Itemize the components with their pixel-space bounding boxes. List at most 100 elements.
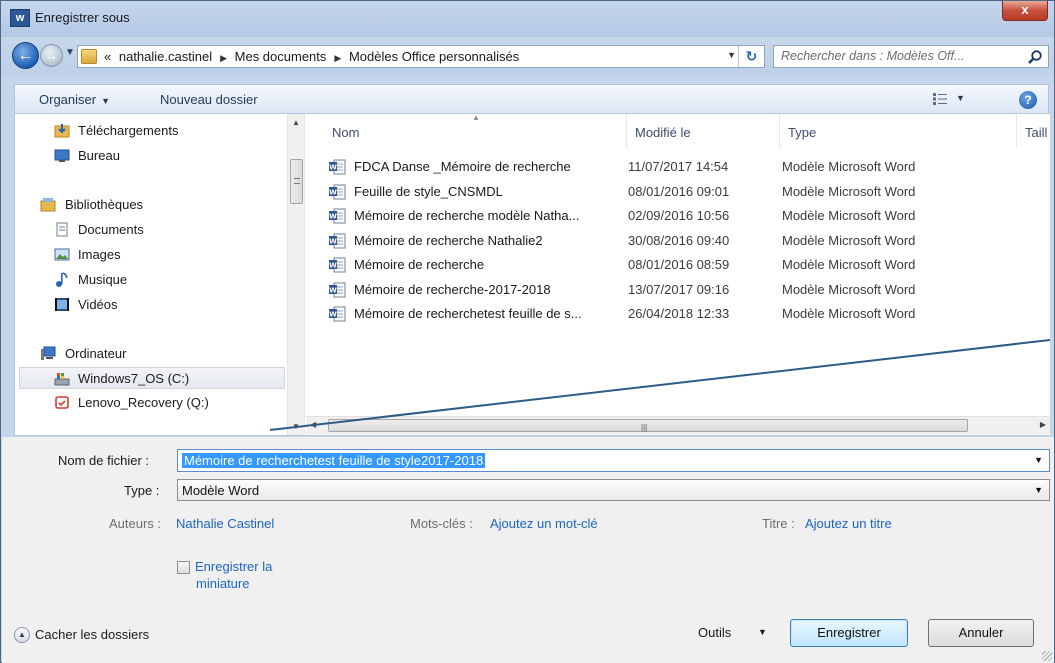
scrollbar-thumb[interactable]: ||| — [328, 419, 968, 432]
save-thumbnail-checkbox[interactable] — [177, 561, 190, 574]
chevron-down-icon: ▼ — [1034, 485, 1043, 495]
file-row[interactable]: W Mémoire de recherche modèle Natha... 02/… — [326, 205, 1046, 227]
chevron-down-icon[interactable]: ▼ — [758, 627, 767, 637]
back-button[interactable]: ← — [12, 42, 39, 69]
nav-item-documents[interactable]: Documents — [15, 219, 285, 241]
file-row[interactable]: W Mémoire de recherche 08/01/2016 08:59 Mod… — [326, 254, 1046, 276]
organize-menu-button[interactable]: Organiser ▼ — [39, 92, 110, 107]
column-label: Type — [788, 125, 817, 140]
window-title: Enregistrer sous — [35, 10, 130, 25]
filename-field[interactable]: Mémoire de recherchetest feuille de styl… — [177, 449, 1050, 472]
keywords-label: Mots-clés : — [410, 516, 473, 531]
nav-item-images[interactable]: Images — [15, 244, 285, 266]
file-list-horizontal-scrollbar[interactable]: ◀ ||| ▶ — [306, 416, 1050, 434]
file-name: Mémoire de recherchetest feuille de s... — [354, 306, 582, 321]
system-drive-icon — [54, 373, 70, 386]
videos-icon — [55, 298, 69, 311]
images-icon — [54, 248, 70, 261]
chevron-right-icon[interactable]: ▶ — [220, 53, 227, 63]
nav-item-desktop[interactable]: Bureau — [15, 145, 285, 167]
hide-folders-button[interactable]: Cacher les dossiers — [35, 627, 149, 642]
chevron-down-icon[interactable]: ▼ — [1034, 455, 1043, 465]
nav-item-label: Téléchargements — [78, 123, 179, 138]
file-name: FDCA Danse _Mémoire de recherche — [354, 159, 571, 174]
cancel-button[interactable]: Annuler — [928, 619, 1034, 647]
forward-button[interactable]: → — [40, 44, 63, 67]
file-modified: 30/08/2016 09:40 — [628, 232, 730, 248]
view-options-dropdown[interactable]: ▼ — [956, 93, 965, 103]
file-row[interactable]: W Mémoire de recherche Nathalie2 30/08/201… — [326, 230, 1046, 252]
type-label: Type : — [124, 483, 160, 498]
address-history-dropdown[interactable]: ▼ — [727, 50, 736, 60]
chevron-up-icon[interactable]: ▲ — [14, 627, 30, 643]
nav-item-computer[interactable]: Ordinateur — [15, 343, 285, 365]
word-template-icon: W — [329, 306, 346, 322]
word-template-icon: W — [329, 208, 346, 224]
file-modified: 26/04/2018 12:33 — [628, 306, 730, 321]
filename-input[interactable]: Mémoire de recherchetest feuille de styl… — [182, 453, 486, 468]
recent-locations-dropdown[interactable]: ▼ — [65, 47, 75, 58]
scroll-down-arrow[interactable]: ▼ — [292, 422, 300, 431]
view-options-icon[interactable] — [933, 93, 947, 105]
svg-text:W: W — [329, 237, 337, 245]
search-box[interactable]: Rechercher dans : Modèles Off... — [773, 45, 1049, 68]
scrollbar-thumb[interactable] — [290, 159, 303, 204]
nav-item-music[interactable]: Musique — [15, 269, 285, 291]
word-app-icon: w — [10, 9, 30, 27]
file-modified: 11/07/2017 14:54 — [628, 159, 729, 174]
title-field[interactable]: Ajoutez un titre — [805, 516, 892, 531]
nav-item-label: Bibliothèques — [65, 197, 144, 212]
breadcrumb-overflow[interactable]: « — [104, 49, 111, 64]
nav-item-downloads[interactable]: Téléchargements — [15, 120, 285, 142]
resize-grip-icon[interactable] — [1042, 651, 1052, 661]
refresh-icon[interactable]: ↻ — [738, 46, 764, 67]
breadcrumb-item-user[interactable]: nathalie.castinel — [119, 49, 212, 64]
keywords-field[interactable]: Ajoutez un mot-clé — [490, 516, 598, 531]
file-row[interactable]: W Mémoire de recherchetest feuille de s..… — [326, 303, 1046, 325]
svg-text:W: W — [329, 311, 337, 319]
file-row[interactable]: W Feuille de style_CNSMDL 08/01/2016 09:01… — [326, 181, 1046, 203]
chevron-right-icon[interactable]: ▶ — [334, 53, 341, 63]
nav-item-system-drive[interactable]: Windows7_OS (C:) — [19, 367, 285, 389]
tools-menu-button[interactable]: Outils — [698, 625, 731, 640]
file-row[interactable]: W Mémoire de recherche-2017-2018 13/07/201… — [326, 279, 1046, 301]
scroll-up-arrow[interactable]: ▲ — [292, 118, 300, 127]
file-type: Modèle Microsoft Word — [782, 306, 916, 321]
scroll-left-arrow[interactable]: ◀ — [310, 420, 316, 429]
new-folder-button[interactable]: Nouveau dossier — [160, 92, 258, 107]
help-icon[interactable]: ? — [1019, 91, 1037, 109]
nav-item-videos[interactable]: Vidéos — [15, 294, 285, 316]
column-header-type[interactable]: Type — [780, 114, 1016, 148]
word-template-icon: W — [329, 184, 346, 199]
column-header-modified[interactable]: Modifié le — [627, 114, 779, 148]
svg-text:W: W — [329, 213, 337, 221]
file-list: Nom ▲ Modifié le Type Taill W FDCA Danse … — [306, 114, 1050, 435]
libraries-icon — [40, 198, 56, 212]
word-template-icon: W — [329, 233, 346, 248]
nav-item-recovery-drive[interactable]: Lenovo_Recovery (Q:) — [15, 392, 285, 414]
search-icon[interactable] — [1027, 49, 1043, 65]
address-bar[interactable]: « nathalie.castinel ▶ Mes documents ▶ Modè… — [77, 45, 765, 68]
title-bar: w Enregistrer sous x — [1, 1, 1054, 37]
close-button[interactable]: x — [1002, 1, 1048, 21]
save-type-select[interactable]: Modèle Word ▼ — [177, 479, 1050, 501]
authors-field[interactable]: Nathalie Castinel — [176, 516, 274, 531]
breadcrumb-item-documents[interactable]: Mes documents — [235, 49, 327, 64]
column-label: Nom — [332, 125, 360, 140]
word-template-icon: W — [329, 159, 346, 175]
breadcrumb-item-templates[interactable]: Modèles Office personnalisés — [349, 49, 519, 64]
nav-item-libraries[interactable]: Bibliothèques — [15, 194, 285, 216]
search-input[interactable]: Rechercher dans : Modèles Off... — [781, 49, 964, 63]
nav-item-label: Ordinateur — [65, 346, 127, 361]
column-header-name[interactable]: Nom ▲ — [306, 114, 626, 148]
scrollbar-grip-icon — [294, 178, 300, 184]
column-header-size[interactable]: Taill — [1017, 114, 1050, 148]
nav-item-label: Bureau — [78, 148, 120, 163]
save-thumbnail-label[interactable]: Enregistrer la miniature — [195, 558, 272, 592]
organize-label: Organiser — [39, 92, 97, 107]
file-modified: 08/01/2016 09:01 — [628, 183, 730, 199]
save-button[interactable]: Enregistrer — [790, 619, 908, 647]
navigation-scrollbar[interactable]: ▲ ▼ — [287, 114, 304, 435]
scroll-right-arrow[interactable]: ▶ — [1040, 420, 1046, 429]
file-row[interactable]: W FDCA Danse _Mémoire de recherche 11/07/2… — [326, 156, 1046, 178]
